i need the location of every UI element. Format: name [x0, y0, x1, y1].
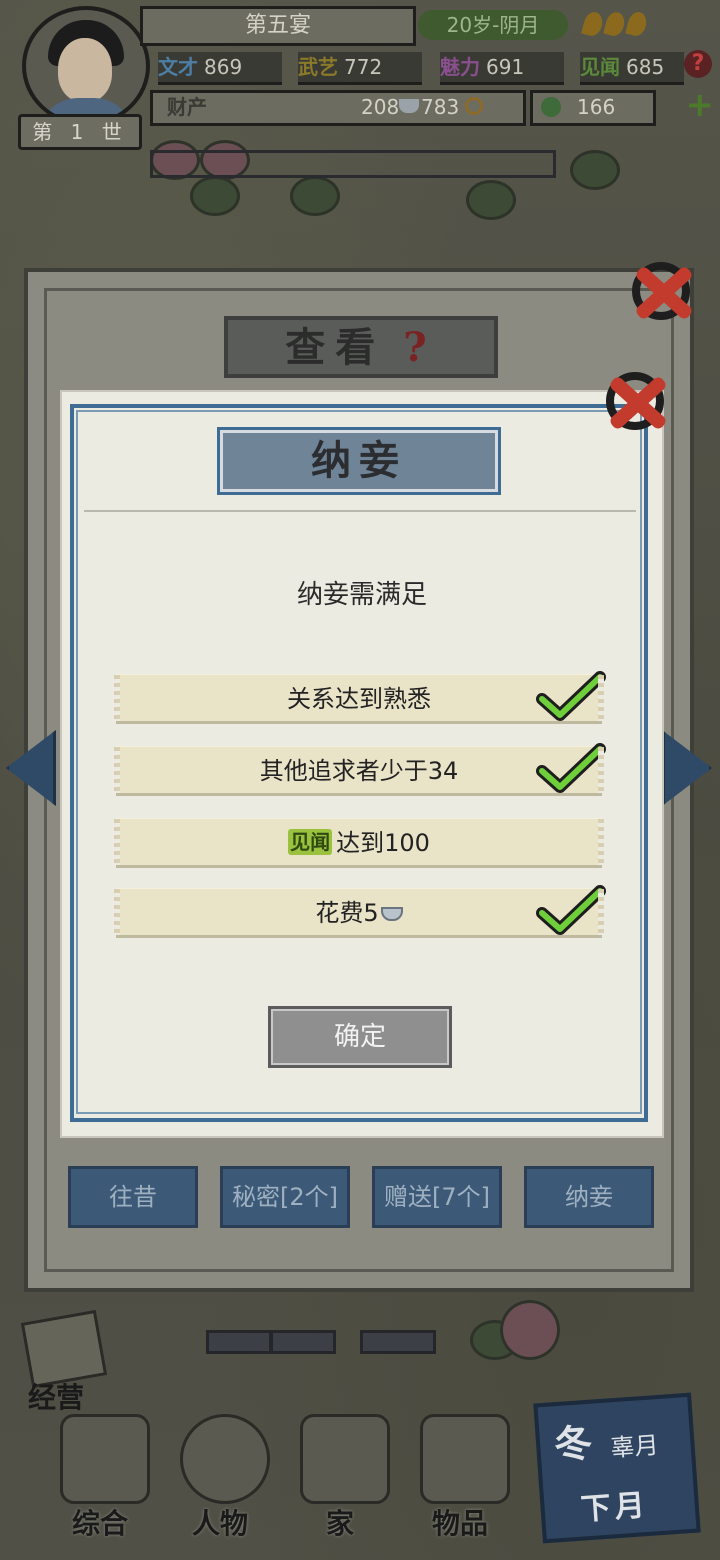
tree-decoration [466, 180, 516, 220]
tree-decoration [190, 176, 240, 216]
stat-value: 691 [486, 55, 525, 79]
items-icon [420, 1414, 510, 1504]
copper-coin-icon [465, 97, 483, 115]
tab-gift-button[interactable]: 赠送[7个] [372, 1166, 502, 1228]
next-month-button[interactable]: 冬 辜月 下月 [533, 1392, 701, 1544]
tab-secrets-button[interactable]: 秘密[2个] [220, 1166, 350, 1228]
silver-ingot-icon [380, 907, 403, 921]
stat-value: 685 [626, 55, 665, 79]
wall-decoration [150, 150, 556, 178]
season-label: 冬 [552, 1419, 594, 1468]
nav-label: 家 [325, 1507, 354, 1540]
wealth-bar: 财产 208 783 [150, 90, 526, 126]
stat-label: 魅力 [440, 55, 480, 79]
close-dialog-button[interactable] [600, 366, 670, 436]
condition-row: 见闻 达到100 [114, 818, 604, 868]
divider [84, 510, 636, 512]
next-month-label: 下月 [579, 1487, 650, 1528]
stat-label: 武艺 [298, 55, 338, 79]
wealth-label: 财产 [167, 95, 207, 119]
dialog-title: 纳妾 [220, 430, 498, 492]
condition-text: 其他追求者少于34 [259, 757, 459, 785]
check-icon [536, 743, 606, 793]
condition-text: 花费5 [315, 899, 379, 927]
silver-amount: 208 [361, 95, 400, 119]
nav-items-button[interactable]: 物品 [400, 1406, 520, 1546]
help-icon[interactable]: ? [403, 324, 436, 371]
close-view-panel-button[interactable] [626, 256, 696, 326]
requirement-heading: 纳妾需满足 [296, 580, 427, 610]
nav-business-button[interactable]: 经营 [20, 1309, 108, 1416]
stat-jianwen: 见闻 685 [580, 52, 684, 85]
stat-wencai: 文才 869 [158, 52, 282, 85]
condition-row: 花费5 [114, 885, 606, 938]
tab-past-button[interactable]: 往昔 [68, 1166, 198, 1228]
tab-concubine-button[interactable]: 纳妾 [524, 1166, 654, 1228]
view-panel-title-text: 查看 [285, 324, 386, 371]
stat-meili: 魅力 691 [440, 52, 564, 85]
tree-decoration [500, 1300, 560, 1360]
tree-decoration [290, 176, 340, 216]
building-decoration [360, 1330, 436, 1354]
check-icon [536, 671, 606, 721]
confirm-button[interactable]: 确定 [268, 1006, 452, 1068]
age-month-label: 20岁-阴月 [418, 10, 568, 40]
help-icon[interactable]: ? [684, 50, 712, 78]
jade-icon [541, 97, 561, 117]
stat-label: 文才 [158, 55, 198, 79]
stat-label: 见闻 [580, 55, 620, 79]
jianwen-tag: 见闻 [288, 829, 333, 855]
condition-text: 关系达到熟悉 [287, 685, 431, 713]
character-icon [180, 1414, 270, 1504]
overview-icon [60, 1414, 150, 1504]
tree-decoration [570, 150, 620, 190]
copper-amount: 783 [421, 95, 460, 119]
nav-label: 物品 [431, 1507, 488, 1540]
stat-value: 869 [204, 55, 243, 79]
condition-row: 关系达到熟悉 [114, 671, 606, 724]
stat-value: 772 [344, 55, 383, 79]
condition-text-wrap: 见闻 达到100 [116, 819, 602, 867]
add-resource-plus-icon[interactable]: + [686, 88, 715, 122]
avatar-face [58, 38, 112, 102]
condition-text: 达到100 [336, 829, 430, 857]
building-decoration [270, 1330, 336, 1354]
view-panel-title: 查看? [224, 316, 498, 378]
jade-bar: 166 [530, 90, 656, 126]
condition-row: 其他追求者少于34 [114, 743, 606, 796]
banquet-title: 第五宴 [140, 6, 416, 46]
check-icon [536, 885, 606, 935]
stat-wuyi: 武艺 772 [298, 52, 422, 85]
nav-characters-button[interactable]: 人物 [160, 1406, 280, 1546]
concubine-dialog: 纳妾 纳妾需满足 关系达到熟悉 其他追求者少于34 见闻 达到100 花费5 确定 [62, 392, 662, 1136]
house-icon [300, 1414, 390, 1504]
nav-home-button[interactable]: 家 [280, 1406, 400, 1546]
nav-label: 人物 [191, 1507, 248, 1540]
jade-amount: 166 [577, 95, 616, 119]
nav-overview-button[interactable]: 综合 [40, 1406, 160, 1546]
silver-ingot-icon [399, 99, 419, 113]
player-avatar[interactable] [22, 6, 150, 126]
month-label: 辜月 [609, 1431, 660, 1463]
generation-label: 第 1 世 [18, 114, 142, 150]
condition-text-wrap: 花费5 [116, 889, 602, 937]
nav-label: 综合 [71, 1507, 128, 1540]
building-decoration [206, 1330, 272, 1354]
